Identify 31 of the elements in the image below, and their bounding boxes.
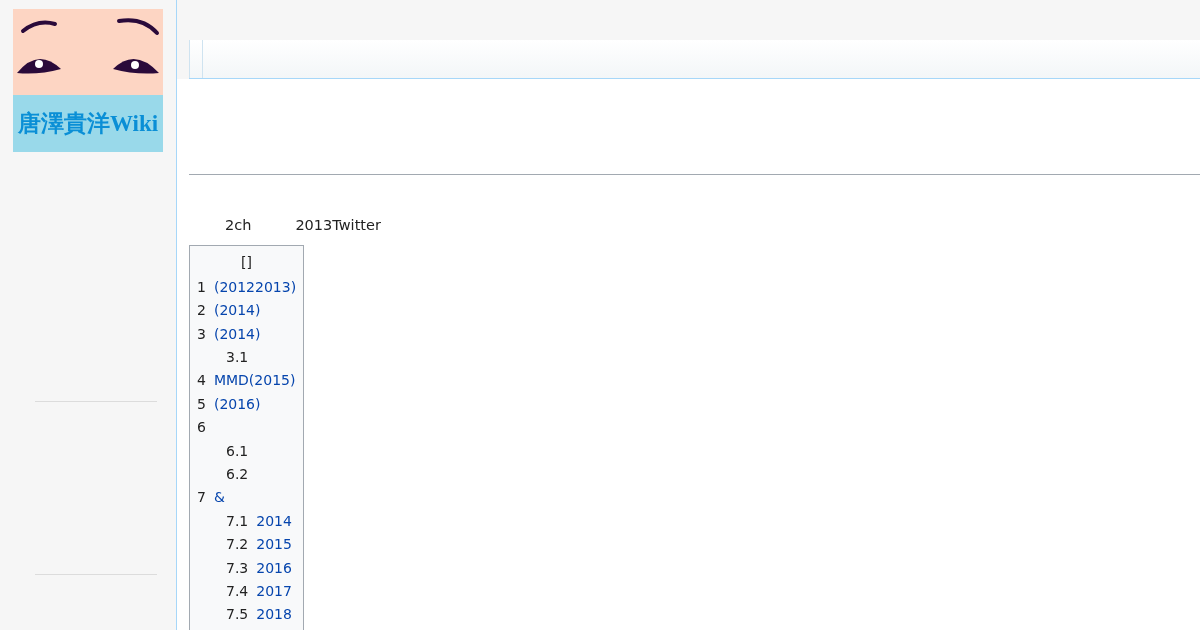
logo-text: 唐澤貴洋Wiki xyxy=(13,95,163,152)
toc-number: 5 xyxy=(197,394,206,414)
toc-number: 7 xyxy=(197,488,206,508)
toc-link[interactable]: (2016) xyxy=(213,392,261,417)
toc-number: 7.1 xyxy=(226,511,249,531)
toc-link[interactable]: (2014) xyxy=(213,322,261,346)
toc-link[interactable]: 2014 xyxy=(256,509,292,534)
toc-number: 1 xyxy=(197,277,206,297)
body-text: 2ch xyxy=(225,216,252,235)
toc-link[interactable]: & xyxy=(213,486,225,510)
toc-link[interactable]: (2014) xyxy=(213,299,261,323)
toc-number: 6.1 xyxy=(226,441,249,461)
tab[interactable] xyxy=(189,40,203,78)
toc-title: [] xyxy=(241,253,252,270)
toc-number: 7.3 xyxy=(226,558,249,578)
toc-link[interactable]: 2018 xyxy=(256,603,292,627)
body-text: 2013Twitter xyxy=(295,216,381,235)
toc-link[interactable]: 2017 xyxy=(256,580,292,604)
toc-number: 4 xyxy=(197,371,206,391)
toc-number: 3.1 xyxy=(226,347,249,367)
toc-link[interactable]: 2015 xyxy=(256,533,292,557)
toc-number: 2 xyxy=(197,301,206,321)
toc-number: 6.2 xyxy=(226,465,249,484)
toc-link[interactable]: (20122013) xyxy=(213,275,297,300)
toc-number: 7.5 xyxy=(226,605,249,625)
toc-number: 7.2 xyxy=(226,535,249,555)
toc-link[interactable]: MMD(2015) xyxy=(213,369,296,393)
toc-number: 3 xyxy=(197,324,206,344)
toc-number: 7.4 xyxy=(226,582,249,602)
toc-link[interactable]: 2016 xyxy=(256,556,292,581)
toc-number: 6 xyxy=(197,418,206,438)
